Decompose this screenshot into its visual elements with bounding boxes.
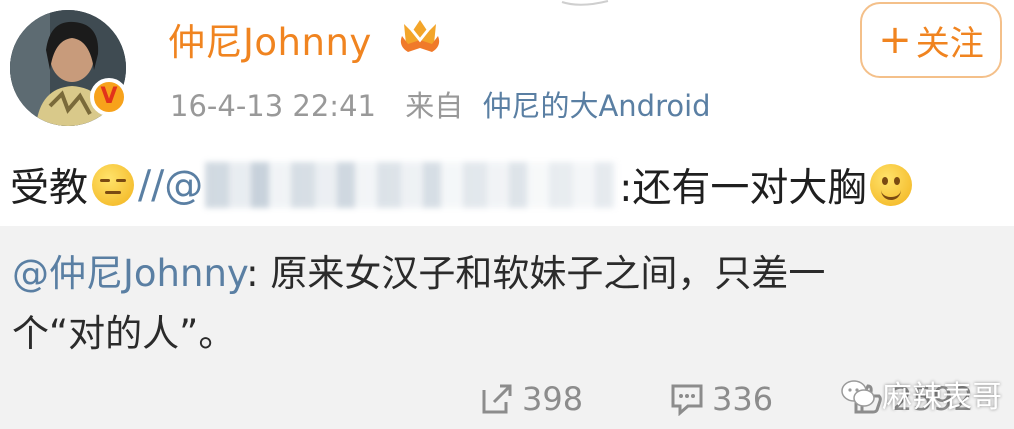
vip-crown-icon xyxy=(400,20,440,52)
top-artifact-icon xyxy=(561,0,609,6)
repost-button[interactable]: 398 xyxy=(480,380,583,418)
mention-link[interactable]: //@ xyxy=(138,163,203,208)
unamused-emoji-icon xyxy=(92,164,135,206)
original-author-link[interactable]: @仲尼Johnny xyxy=(12,252,246,295)
comment-button[interactable]: 336 xyxy=(670,380,773,418)
post-time: 16-4-13 22:41 xyxy=(170,89,376,123)
comment-icon xyxy=(671,384,703,416)
author-name[interactable]: 仲尼Johnny xyxy=(168,12,372,66)
smile-emoji-icon xyxy=(870,164,913,206)
repost-count: 398 xyxy=(522,380,584,418)
post-meta: 16-4-13 22:41 来自 仲尼的大Android xyxy=(170,83,711,125)
repost-text: 受教 //@ :还有一对大胸 xyxy=(10,160,916,211)
follow-button[interactable]: + 关注 xyxy=(860,2,1002,78)
plus-icon: + xyxy=(878,17,912,63)
blurred-username xyxy=(205,162,618,208)
watermark-text: 麻辣表哥 xyxy=(882,380,1002,415)
post-from-label: 来自 xyxy=(405,89,464,123)
repost-icon xyxy=(482,384,512,414)
verified-badge: V xyxy=(90,78,128,116)
follow-label: 关注 xyxy=(915,23,984,64)
repost-prefix: 受教 xyxy=(10,166,89,211)
post-client-link[interactable]: 仲尼的大Android xyxy=(482,89,710,123)
comment-count: 336 xyxy=(712,380,774,418)
wechat-icon xyxy=(841,380,875,407)
original-post-text: @仲尼Johnny: 原来女汉子和软妹子之间，只差一个“对的人”。 xyxy=(12,244,912,364)
watermark: 麻辣表哥 xyxy=(840,372,1002,416)
repost-suffix: :还有一对大胸 xyxy=(619,166,867,211)
verified-v: V xyxy=(100,84,118,109)
